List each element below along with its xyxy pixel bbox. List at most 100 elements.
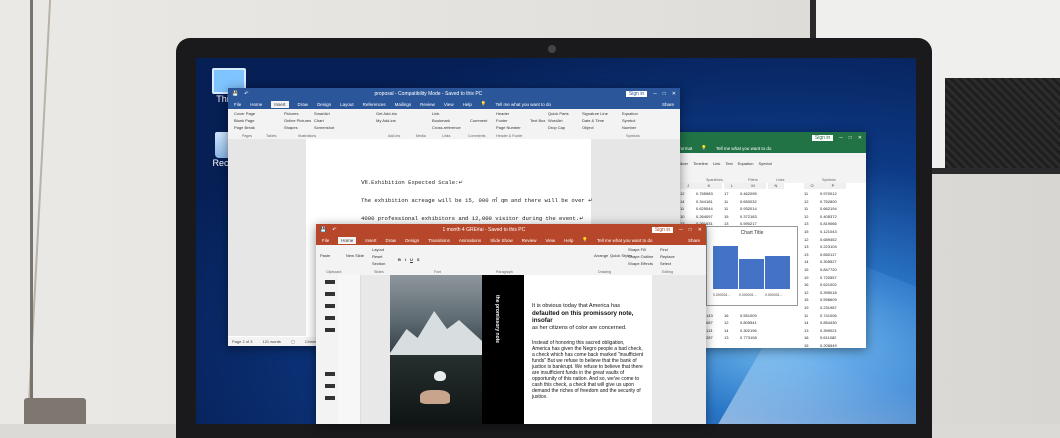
excel-signin-button[interactable]: Sign in xyxy=(811,134,834,141)
symbol-button[interactable]: Symbol xyxy=(758,161,771,166)
tab-transitions[interactable]: Transitions xyxy=(428,238,450,243)
minimize-icon[interactable]: ─ xyxy=(839,135,843,141)
text-button[interactable]: Text xyxy=(725,161,732,166)
shapes-button[interactable]: Shapes xyxy=(284,125,311,130)
cell-value[interactable]: 17 xyxy=(724,191,728,196)
chart-bar[interactable] xyxy=(713,245,738,289)
cell-value[interactable]: 0.395018 xyxy=(820,290,837,295)
tab-home[interactable]: Home xyxy=(338,236,357,244)
chart-bar[interactable] xyxy=(739,259,764,289)
paste-button[interactable]: Paste xyxy=(320,253,330,258)
tab-review[interactable]: Review xyxy=(420,102,435,107)
powerpoint-window[interactable]: 💾 ↶ 1 month 4 GRE#ai - Saved to this PC … xyxy=(316,224,706,424)
close-icon[interactable]: ✕ xyxy=(858,135,862,141)
timeline-button[interactable]: Timeline xyxy=(693,161,708,166)
ppt-workspace[interactable]: the promissory note It is obvious today … xyxy=(316,275,706,424)
cell-value[interactable]: 0.621002 xyxy=(820,282,837,287)
section-button[interactable]: Section xyxy=(372,261,385,266)
cell-value[interactable]: 11 xyxy=(804,313,808,318)
tab-references[interactable]: References xyxy=(363,102,386,107)
cross-reference-button[interactable]: Cross-reference xyxy=(432,125,461,130)
tab-review[interactable]: Review xyxy=(522,238,537,243)
slide-vertical-title[interactable]: the promissory note xyxy=(494,295,500,343)
cell-value[interactable]: 12 xyxy=(724,320,728,325)
drop-cap-button[interactable]: Drop Cap xyxy=(548,125,569,130)
cell-value[interactable]: 11 xyxy=(724,199,728,204)
comment-button[interactable]: Comment xyxy=(470,118,487,123)
cell-value[interactable]: 11 xyxy=(804,206,808,211)
slide-paragraph-1[interactable]: It is obvious today that America has def… xyxy=(532,303,652,331)
cell-value[interactable]: 15 xyxy=(804,343,808,348)
column-header[interactable]: N xyxy=(768,183,784,189)
footer-button[interactable]: Footer xyxy=(496,118,521,123)
tab-slide-show[interactable]: Slide Show xyxy=(490,238,513,243)
cell-value[interactable]: 0.720557 xyxy=(820,275,837,280)
cell-value[interactable]: 10 xyxy=(680,214,684,219)
maximize-icon[interactable]: □ xyxy=(849,135,852,141)
tab-layout[interactable]: Layout xyxy=(340,102,354,107)
slide-photo[interactable] xyxy=(390,275,482,424)
tab-design[interactable]: Design xyxy=(405,238,419,243)
tab-help[interactable]: Help xyxy=(564,238,573,243)
cell-value[interactable]: 12 xyxy=(804,199,808,204)
cell-value[interactable]: 13 xyxy=(804,252,808,257)
cell-value[interactable]: 19 xyxy=(804,275,808,280)
new-slide-button[interactable]: New Slide xyxy=(346,253,364,258)
cell-value[interactable]: 0.773108 xyxy=(740,335,757,340)
column-header[interactable]: J xyxy=(680,183,696,189)
object-button[interactable]: Object xyxy=(582,125,608,130)
cell-value[interactable]: 15 xyxy=(804,297,808,302)
cell-value[interactable]: 16 xyxy=(724,313,728,318)
minimize-icon[interactable]: ─ xyxy=(679,227,683,233)
cell-value[interactable]: 0.741006 xyxy=(820,313,837,318)
cell-value[interactable]: 0.752800 xyxy=(820,199,837,204)
slide-thumbnail[interactable] xyxy=(325,372,335,376)
signature-line-button[interactable]: Signature Line xyxy=(582,111,608,116)
cell-value[interactable]: 0.847720 xyxy=(820,267,837,272)
date-time-button[interactable]: Date & Time xyxy=(582,118,608,123)
column-header[interactable]: M xyxy=(740,183,766,189)
cell-value[interactable]: 0.305527 xyxy=(820,259,837,264)
excel-chart[interactable]: Chart Title 0.000001... 0.000001... 0.0000… xyxy=(706,226,798,306)
link-button[interactable]: Link xyxy=(713,161,720,166)
cell-value[interactable]: 0.206549 xyxy=(820,343,837,348)
underline-button[interactable]: U xyxy=(410,257,413,262)
tab-view[interactable]: View xyxy=(545,238,555,243)
tab-file[interactable]: File xyxy=(234,102,241,107)
quick-parts-button[interactable]: Quick Parts xyxy=(548,111,569,116)
slide-thumbnail-pane[interactable] xyxy=(316,275,338,424)
tell-me-input[interactable]: Tell me what you want to do xyxy=(716,146,772,151)
header-button[interactable]: Header xyxy=(496,111,521,116)
column-header[interactable]: K xyxy=(696,183,722,189)
cell-value[interactable]: 0.302196 xyxy=(740,328,757,333)
undo-icon[interactable]: ↶ xyxy=(332,227,336,233)
tab-design[interactable]: Design xyxy=(317,102,331,107)
cell-value[interactable]: 14 xyxy=(804,259,808,264)
arrange-button[interactable]: Arrange xyxy=(594,253,608,258)
cell-value[interactable]: 11 xyxy=(804,191,808,196)
my-addins-button[interactable]: My Add-ins xyxy=(376,118,397,123)
layout-button[interactable]: Layout xyxy=(372,247,385,252)
blank-page-button[interactable]: Blank Page xyxy=(234,118,255,123)
cell-value[interactable]: 0.662194 xyxy=(820,206,837,211)
select-button[interactable]: Select xyxy=(660,261,675,266)
chart-bar[interactable] xyxy=(765,255,790,289)
wordart-button[interactable]: WordArt xyxy=(548,118,569,123)
cell-value[interactable]: 15 xyxy=(724,214,728,219)
slide-thumbnail[interactable] xyxy=(325,304,335,308)
cell-value[interactable]: 0.372183 xyxy=(740,214,757,219)
cell-value[interactable]: 0.765983 xyxy=(696,191,713,196)
cell-value[interactable]: 12 xyxy=(804,290,808,295)
proofing-icon[interactable]: ▢ xyxy=(291,339,295,344)
symbol-button[interactable]: Symbol xyxy=(622,118,638,123)
tab-home[interactable]: Home xyxy=(250,102,262,107)
save-icon[interactable]: 💾 xyxy=(232,91,238,97)
tab-insert[interactable]: Insert xyxy=(271,100,289,108)
shape-outline-button[interactable]: Shape Outline xyxy=(628,254,653,259)
share-button[interactable]: Share xyxy=(688,238,700,243)
tab-format[interactable]: Format xyxy=(678,146,692,151)
bold-button[interactable]: B xyxy=(398,257,401,262)
pictures-button[interactable]: Pictures xyxy=(284,111,311,116)
column-header[interactable]: O xyxy=(804,183,820,189)
slide-thumbnail[interactable] xyxy=(325,328,335,332)
